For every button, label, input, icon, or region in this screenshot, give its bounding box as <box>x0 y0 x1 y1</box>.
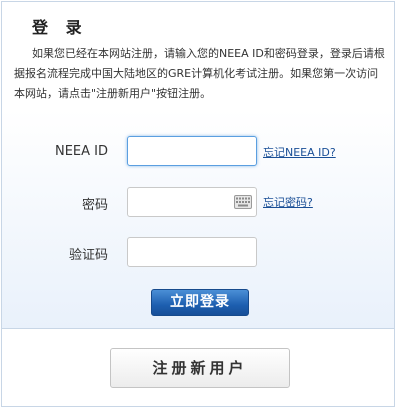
intro-text: 如果您已经在本网站注册，请输入您的NEEA ID和密码登录，登录后请根据报名流程… <box>14 47 385 100</box>
login-panel: 登 录 如果您已经在本网站注册，请输入您的NEEA ID和密码登录，登录后请根据… <box>1 1 395 407</box>
keyboard-icon[interactable] <box>234 195 252 209</box>
password-input[interactable] <box>127 187 257 217</box>
captcha-input[interactable] <box>127 237 257 267</box>
captcha-label: 验证码 <box>68 248 108 263</box>
forgot-password-link[interactable]: 忘记密码? <box>263 194 313 210</box>
register-button[interactable]: 注册新用户 <box>110 348 290 388</box>
login-button[interactable]: 立即登录 <box>151 289 249 316</box>
neea-id-input[interactable] <box>127 136 257 166</box>
password-label: 密码 <box>81 198 108 213</box>
page-title: 登 录 <box>32 18 88 37</box>
forgot-neea-id-link[interactable]: 忘记NEEA ID? <box>263 144 336 160</box>
login-form: NEEA ID 忘记NEEA ID? 密码 忘记密码? 验证码 立即登录 <box>2 110 394 329</box>
neea-id-label: NEEA ID <box>54 144 108 159</box>
